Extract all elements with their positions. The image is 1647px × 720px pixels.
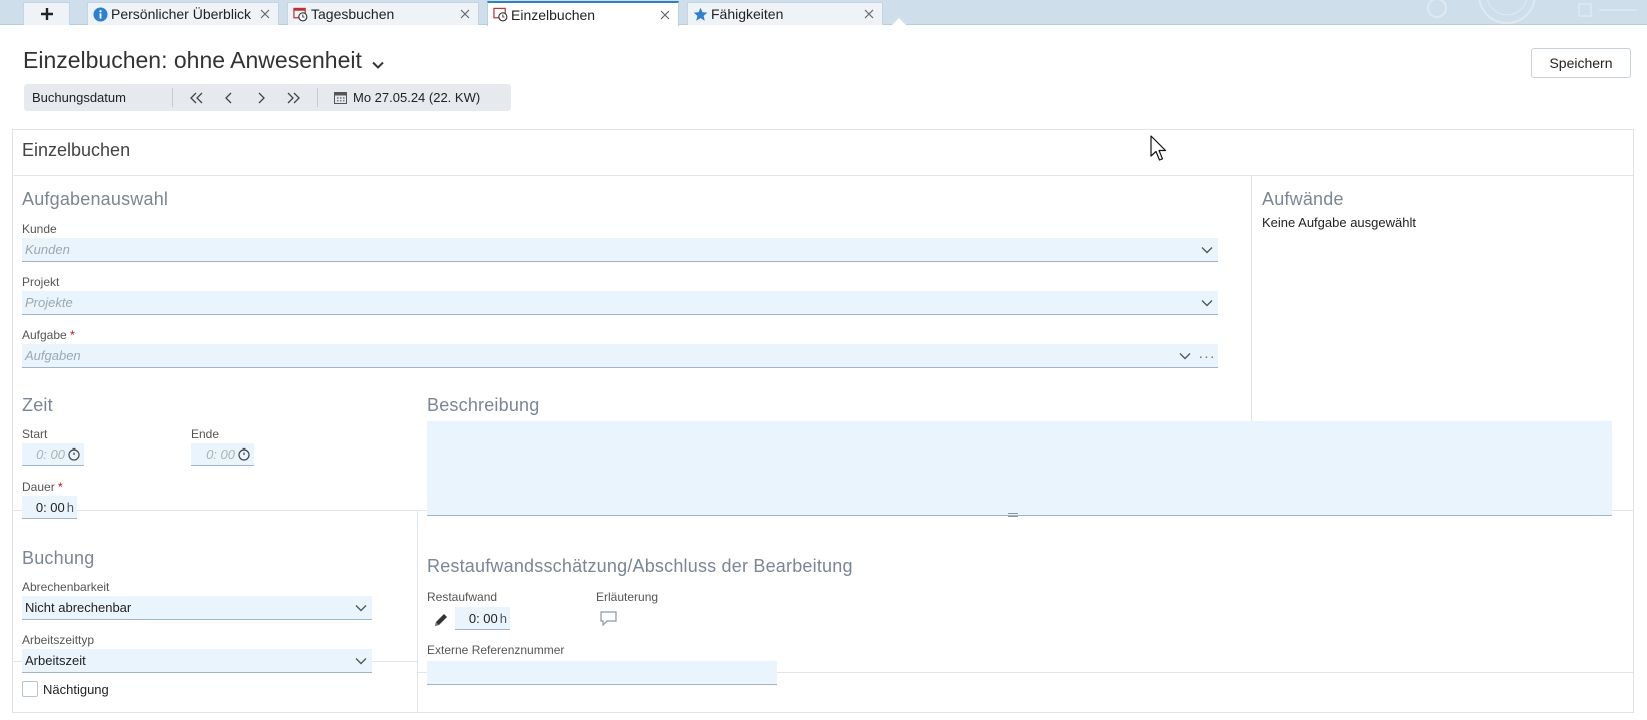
date-navigation-bar: Buchungsdatum Mo 27.05.24 (22. KW) [24,84,511,111]
tab-personal-overview[interactable]: Persönlicher Überblick [87,2,279,25]
divider [13,175,1633,176]
decorative-background-icon [1427,0,1637,24]
worktime-label: Arbeitszeittyp [22,633,95,647]
close-icon[interactable] [458,7,472,21]
billing-label: Abrechenbarkeit [22,580,110,594]
mouse-cursor-icon [1150,135,1167,161]
date-nav-buttons [173,84,317,111]
start-time-value: 0: 00 [36,446,65,462]
clock-calendar-icon [292,6,308,22]
resize-grip-icon[interactable] [1008,512,1018,518]
chevron-down-icon[interactable] [350,657,372,665]
efforts-title: Aufwände [1262,189,1344,209]
task-label: Aufgabe * [22,328,75,342]
project-dropdown[interactable]: Projekte [22,291,1218,315]
date-picker[interactable]: Mo 27.05.24 (22. KW) [318,90,480,105]
previous-day-button[interactable] [213,84,245,111]
required-marker: * [70,328,75,342]
close-icon[interactable] [258,7,272,21]
project-placeholder: Projekte [25,295,73,310]
page-title-text: Einzelbuchen: ohne Anwesenheit [23,46,362,73]
save-button[interactable]: Speichern [1531,48,1631,78]
description-title: Beschreibung [427,395,540,415]
chevron-down-icon[interactable] [1196,246,1218,254]
end-time-input[interactable]: 0: 00 [191,443,254,466]
chevron-left-icon [225,92,232,103]
end-label: Ende [191,427,220,441]
customer-dropdown[interactable]: Kunden [22,238,1218,262]
task-placeholder: Aufgaben [25,348,81,363]
star-icon [692,6,708,22]
info-icon [92,6,108,22]
calendar-icon [334,91,347,104]
duration-unit: h [66,499,74,515]
stopwatch-icon[interactable] [237,447,251,461]
chevron-down-icon[interactable] [1174,352,1196,360]
start-time-input[interactable]: 0: 00 [22,443,84,466]
task-dropdown[interactable]: Aufgaben ··· [22,344,1218,368]
comment-icon[interactable] [600,611,617,626]
duration-input[interactable]: 0: 00 h [22,496,77,519]
chevron-down-icon[interactable] [1196,299,1218,307]
tab-label: Tagesbuchen [311,6,395,22]
add-tab-button[interactable] [23,2,70,25]
next-day-button[interactable] [245,84,277,111]
worktime-dropdown[interactable]: Arbeitszeit [22,649,372,673]
double-chevron-left-icon [190,92,203,103]
billing-dropdown[interactable]: Nicht abrechenbar [22,596,372,620]
close-icon[interactable] [862,7,876,21]
double-chevron-right-icon [287,92,300,103]
plus-icon [40,8,53,20]
required-marker: * [58,480,63,494]
end-time-value: 0: 00 [206,446,235,462]
selected-date: Mo 27.05.24 (22. KW) [353,90,481,105]
pencil-icon[interactable] [433,612,449,628]
duration-value: 0: 00 [35,499,65,515]
remaining-effort-title: Restaufwandsschätzung/Abschluss der Bear… [427,556,853,576]
external-ref-label: Externe Referenznummer [427,643,565,657]
chevron-right-icon [258,92,265,103]
tab-label: Fähigkeiten [711,6,784,22]
booking-title: Buchung [22,548,95,568]
task-label-text: Aufgabe [22,328,67,342]
remaining-effort-label: Restaufwand [427,590,498,604]
tab-daily-booking[interactable]: Tagesbuchen [287,2,479,25]
remaining-effort-input[interactable]: 0: 00 h [455,607,510,630]
divider [417,510,418,712]
stopwatch-icon[interactable] [67,447,81,461]
tab-skills[interactable]: Fähigkeiten [687,2,883,25]
time-title: Zeit [22,395,53,415]
explanation-label: Erläuterung [596,590,659,604]
remaining-effort-unit: h [499,610,507,626]
more-options-icon[interactable]: ··· [1196,348,1218,364]
customer-label: Kunde [22,222,57,236]
duration-label-text: Dauer [22,480,55,494]
billing-value: Nicht abrechenbar [25,600,132,615]
panel-title: Einzelbuchen [22,140,131,160]
customer-placeholder: Kunden [25,242,70,257]
description-textarea[interactable] [427,421,1612,516]
close-icon[interactable] [658,8,672,22]
chevron-down-icon[interactable] [350,604,372,612]
overnight-label: Nächtigung [43,682,109,697]
page-title[interactable]: Einzelbuchen: ohne Anwesenheit [23,45,384,75]
efforts-empty-text: Keine Aufgabe ausgewählt [1262,215,1416,230]
first-page-button[interactable] [181,84,213,111]
booking-date-label: Buchungsdatum [32,90,126,105]
remaining-effort-value: 0: 00 [468,610,498,626]
overnight-checkbox[interactable] [22,681,38,697]
external-ref-input[interactable] [427,661,777,685]
start-label: Start [22,427,48,441]
clock-icon [492,7,508,23]
chevron-down-icon[interactable] [372,48,384,75]
tab-label: Einzelbuchen [511,6,596,23]
last-page-button[interactable] [277,84,309,111]
project-label: Projekt [22,275,60,289]
tab-pointer [892,18,906,25]
duration-label: Dauer * [22,480,63,494]
worktime-value: Arbeitszeit [25,653,86,668]
tab-label: Persönlicher Überblick [111,6,252,22]
tab-single-booking[interactable]: Einzelbuchen [487,1,679,26]
task-selection-title: Aufgabenauswahl [22,189,169,209]
